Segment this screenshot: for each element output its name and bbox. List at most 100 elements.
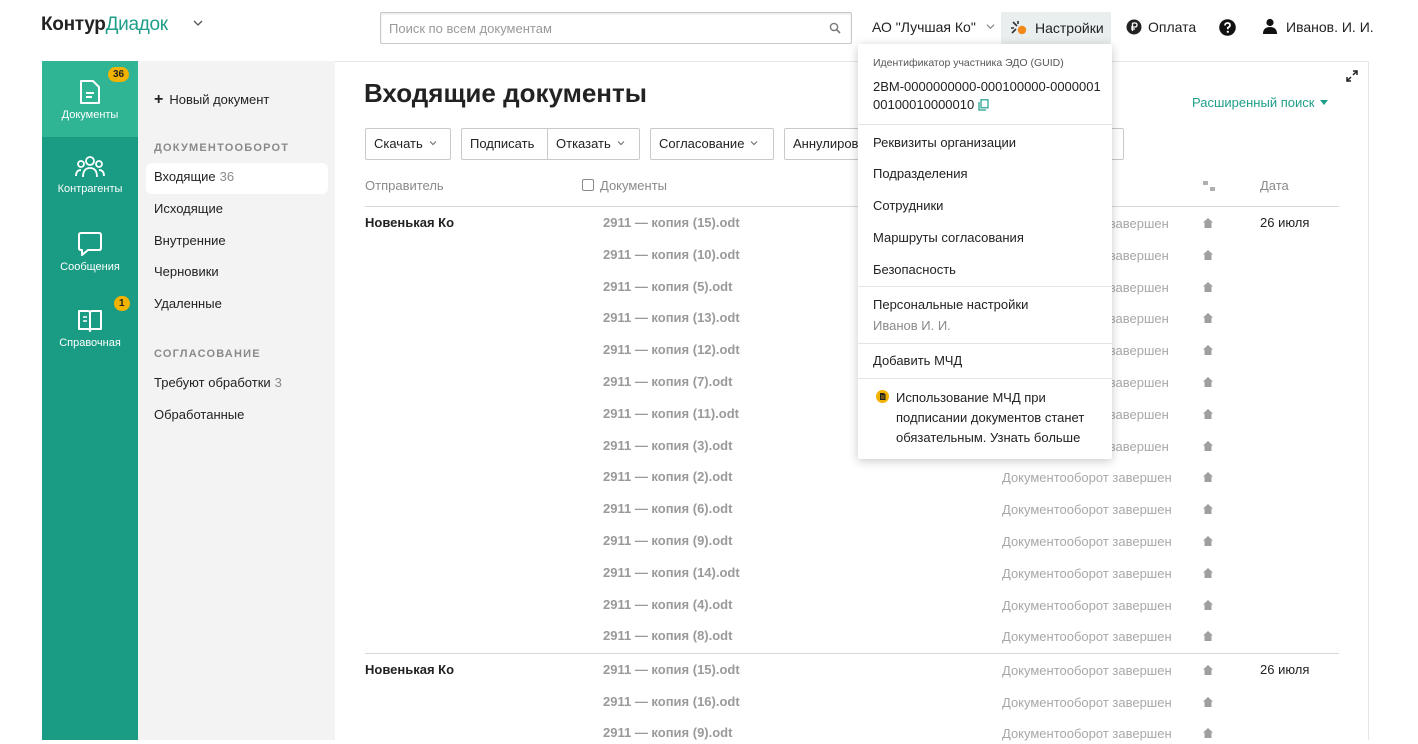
nav-label: Сообщения (60, 261, 120, 273)
page-title: Входящие документы (364, 78, 647, 108)
document-status: Документооборот завершен (1002, 534, 1172, 549)
advanced-search-link[interactable]: Расширенный поиск (1192, 95, 1329, 110)
menu-item-employees[interactable]: Сотрудники (873, 198, 943, 213)
logo[interactable]: КонтурДиадок (41, 14, 203, 36)
settings-dropdown: Идентификатор участника ЭДО (GUID) 2BM-0… (858, 44, 1112, 459)
home-org-icon (1202, 566, 1214, 578)
help-badge: 1 (114, 296, 130, 311)
document-link[interactable]: 2911 — копия (15).odt (603, 215, 740, 230)
menu-item-personal-settings[interactable]: Персональные настройки (873, 297, 1028, 312)
org-name: АО "Лучшая Ко" (872, 19, 976, 35)
copy-icon[interactable] (978, 99, 989, 111)
document-link[interactable]: 2911 — копия (9).odt (603, 533, 732, 548)
document-link[interactable]: 2911 — копия (13).odt (603, 310, 740, 325)
document-link[interactable]: 2911 — копия (10).odt (603, 247, 740, 262)
menu-divider (858, 378, 1112, 379)
document-status: Документооборот завершен (1002, 565, 1172, 581)
column-sender: Отправитель (365, 178, 444, 193)
sidebar-item-deleted[interactable]: Удаленные (154, 296, 222, 311)
mchd-notice[interactable]: Использование МЧД при подписании докумен… (896, 388, 1102, 448)
chat-icon (78, 232, 102, 256)
chevron-down-icon (986, 24, 995, 30)
home-org-icon (1202, 663, 1214, 675)
caret-down-icon (1320, 100, 1329, 105)
nav-item-contractors[interactable]: Контрагенты (42, 155, 138, 195)
document-link[interactable]: 2911 — копия (9).odt (603, 725, 732, 740)
chevron-down-icon (751, 141, 758, 146)
search-box (380, 12, 852, 44)
menu-item-approval-routes[interactable]: Маршруты согласования (873, 230, 1024, 245)
column-documents: Документы (582, 178, 667, 193)
sidebar-item-processed[interactable]: Обработанные (154, 407, 244, 422)
help-icon[interactable] (1219, 19, 1236, 36)
nav-item-help-center[interactable]: Справочная (42, 307, 138, 349)
sort-icon[interactable] (1202, 180, 1216, 192)
settings-label: Настройки (1035, 20, 1104, 36)
home-org-icon (1202, 629, 1214, 642)
document-link[interactable]: 2911 — копия (8).odt (603, 628, 732, 643)
guid-label: Идентификатор участника ЭДО (GUID) (873, 57, 1064, 69)
personal-settings-user: Иванов И. И. (873, 318, 951, 333)
document-status: Документооборот завершен (1002, 694, 1172, 710)
home-org-icon (1202, 311, 1214, 324)
sign-button[interactable]: Подписать (461, 128, 549, 160)
menu-item-org-details[interactable]: Реквизиты организации (873, 135, 1016, 150)
document-status: Документооборот завершен (1002, 597, 1172, 613)
document-link[interactable]: 2911 — копия (4).odt (603, 597, 732, 612)
home-org-icon (1202, 470, 1214, 483)
document-status: Документооборот завершен (1002, 629, 1172, 645)
sidebar-item-drafts[interactable]: Черновики (154, 264, 219, 279)
select-all-checkbox[interactable] (582, 179, 594, 191)
sender-name[interactable]: Новенькая Ко (365, 662, 454, 677)
document-link[interactable]: 2911 — копия (5).odt (603, 279, 732, 294)
document-link[interactable]: 2911 — копия (11).odt (603, 406, 739, 421)
sidebar-item-incoming[interactable]: Входящие 36 (154, 169, 234, 184)
nav-item-messages[interactable]: Сообщения (42, 231, 138, 273)
document-link[interactable]: 2911 — копия (6).odt (603, 501, 732, 516)
settings-icon (1011, 21, 1027, 35)
sender-name[interactable]: Новенькая Ко (365, 215, 454, 230)
menu-divider (858, 343, 1112, 344)
document-link[interactable]: 2911 — копия (16).odt (603, 694, 740, 709)
org-selector[interactable]: АО "Лучшая Ко" (872, 19, 995, 35)
document-icon (80, 80, 100, 104)
sidebar-item-internal[interactable]: Внутренние (154, 233, 226, 248)
settings-button[interactable]: Настройки (1001, 12, 1111, 44)
documents-badge: 36 (108, 67, 130, 82)
plus-icon: + (154, 91, 164, 108)
document-status: Документооборот завершен (1002, 502, 1172, 518)
document-link[interactable]: 2911 — копия (12).odt (603, 342, 740, 357)
home-org-icon (1202, 439, 1214, 451)
download-button[interactable]: Скачать (365, 128, 451, 160)
document-link[interactable]: 2911 — копия (2).odt (603, 469, 732, 484)
user-icon (1263, 18, 1277, 34)
document-link[interactable]: 2911 — копия (3).odt (603, 438, 732, 453)
document-link[interactable]: 2911 — копия (14).odt (603, 565, 740, 580)
chevron-down-icon (617, 141, 625, 146)
home-org-icon (1202, 695, 1214, 707)
notice-document-icon (876, 390, 889, 403)
home-org-icon (1202, 407, 1214, 419)
search-input[interactable] (381, 13, 821, 43)
menu-item-security[interactable]: Безопасность (873, 262, 956, 277)
reject-button[interactable]: Отказать (547, 128, 640, 160)
document-date: 26 июля (1260, 215, 1310, 230)
document-link[interactable]: 2911 — копия (7).odt (603, 374, 732, 389)
document-link[interactable]: 2911 — копия (15).odt (603, 662, 740, 677)
home-org-icon (1202, 534, 1214, 546)
sidebar-item-pending[interactable]: Требуют обработки 3 (154, 375, 282, 390)
home-org-icon (1202, 216, 1214, 228)
expand-icon[interactable] (1346, 70, 1358, 82)
home-org-icon (1202, 502, 1214, 515)
new-document-button[interactable]: + Новый документ (154, 91, 269, 109)
search-icon[interactable] (829, 22, 841, 34)
document-status: Документооборот завершен (1002, 470, 1172, 486)
sidebar-item-outgoing[interactable]: Исходящие (154, 201, 223, 216)
nav-item-documents[interactable]: Документы (42, 79, 138, 121)
menu-item-departments[interactable]: Подразделения (873, 166, 968, 181)
menu-item-add-mchd[interactable]: Добавить МЧД (873, 353, 962, 368)
home-org-icon (1202, 280, 1214, 292)
approval-button[interactable]: Согласование (650, 128, 774, 160)
chevron-down-icon[interactable] (193, 18, 203, 28)
user-name: Иванов. И. И. (1286, 19, 1374, 35)
